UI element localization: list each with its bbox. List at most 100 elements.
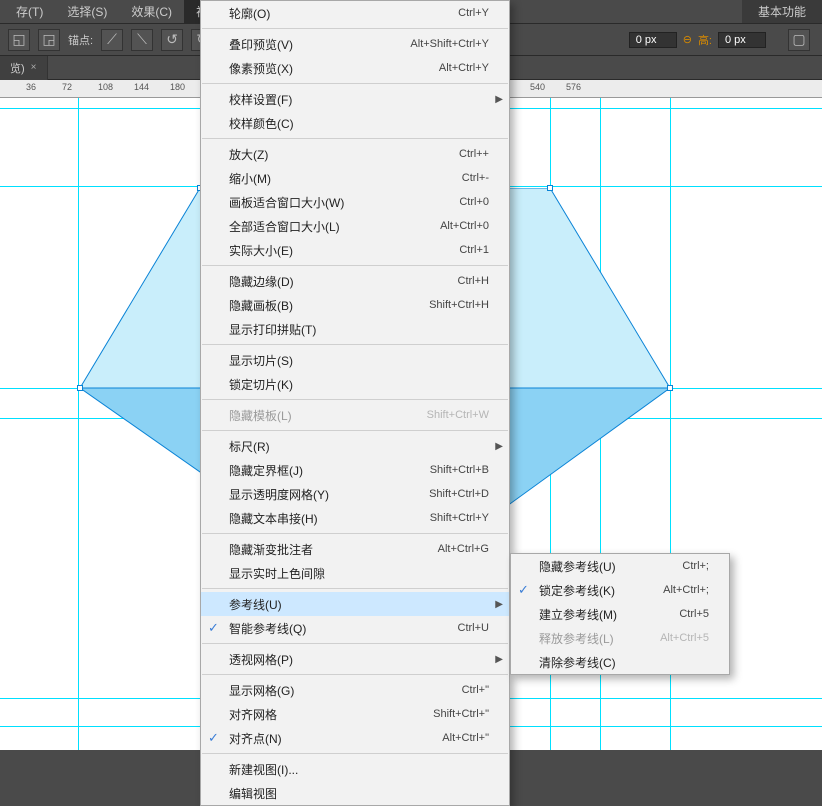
tool-icon[interactable]: ◲ (38, 29, 60, 51)
view-menu-item[interactable]: 显示实时上色间隙 (201, 561, 509, 585)
guides-submenu-item[interactable]: 清除参考线(C) (511, 650, 729, 674)
anchor-point[interactable] (547, 185, 553, 191)
guides-submenu-item[interactable]: 隐藏参考线(U)Ctrl+; (511, 554, 729, 578)
menu-item-label: 标尺(R) (229, 438, 489, 455)
anchor-point[interactable] (667, 385, 673, 391)
menu-item-label: 对齐网格 (229, 706, 415, 723)
menu-separator (202, 588, 508, 589)
menu-item-label: 显示实时上色间隙 (229, 565, 489, 582)
menu-item-label: 隐藏文本串接(H) (229, 510, 412, 527)
menu-shortcut: Ctrl+" (444, 684, 489, 696)
menu-item-label: 像素预览(X) (229, 60, 421, 77)
view-menu-item[interactable]: ✓智能参考线(Q)Ctrl+U (201, 616, 509, 640)
menu-item-label: 隐藏模板(L) (229, 407, 409, 424)
menu-item-label: 隐藏定界框(J) (229, 462, 412, 479)
view-menu-item[interactable]: 显示切片(S) (201, 348, 509, 372)
view-menu-item[interactable]: 显示透明度网格(Y)Shift+Ctrl+D (201, 482, 509, 506)
menu-item-label: 锁定参考线(K) (539, 582, 645, 599)
menu-item-label: 放大(Z) (229, 146, 441, 163)
view-menu-item[interactable]: 隐藏画板(B)Shift+Ctrl+H (201, 293, 509, 317)
menu-separator (202, 138, 508, 139)
check-icon: ✓ (208, 730, 219, 746)
view-menu-item[interactable]: 锁定切片(K) (201, 372, 509, 396)
width-input[interactable]: 0 px (629, 32, 677, 48)
view-menu-item[interactable]: 隐藏边缘(D)Ctrl+H (201, 269, 509, 293)
menu-shortcut: Alt+Ctrl+0 (422, 220, 489, 232)
menu-shortcut: Ctrl+5 (661, 608, 709, 620)
view-menu-item[interactable]: 全部适合窗口大小(L)Alt+Ctrl+0 (201, 214, 509, 238)
menu-item-label: 校样设置(F) (229, 91, 489, 108)
view-menu-item: 隐藏模板(L)Shift+Ctrl+W (201, 403, 509, 427)
view-menu-item[interactable]: 对齐网格Shift+Ctrl+" (201, 702, 509, 726)
menu-item-label: 隐藏边缘(D) (229, 273, 440, 290)
tool-icon[interactable]: ◱ (8, 29, 30, 51)
anchor-convert-icon[interactable]: ⟋ (101, 29, 123, 51)
view-menu-item[interactable]: 轮廓(O)Ctrl+Y (201, 1, 509, 25)
menu-save[interactable]: 存(T) (4, 0, 55, 23)
menu-item-label: 缩小(M) (229, 170, 444, 187)
menu-item-label: 建立参考线(M) (539, 606, 661, 623)
view-menu-item[interactable]: 缩小(M)Ctrl+- (201, 166, 509, 190)
link-icon[interactable]: ⊖ (683, 33, 692, 46)
menu-shortcut: Alt+Ctrl+Y (421, 62, 489, 74)
view-menu-item[interactable]: 隐藏文本串接(H)Shift+Ctrl+Y (201, 506, 509, 530)
handle-icon[interactable]: ↺ (161, 29, 183, 51)
tab-label: 览) (10, 60, 25, 76)
align-icon[interactable]: ▢ (788, 29, 810, 51)
menu-separator (202, 674, 508, 675)
view-menu-item[interactable]: 校样设置(F)▶ (201, 87, 509, 111)
menu-item-label: 参考线(U) (229, 596, 489, 613)
guides-submenu-item: 释放参考线(L)Alt+Ctrl+5 (511, 626, 729, 650)
height-input[interactable]: 0 px (718, 32, 766, 48)
view-menu-item[interactable]: 显示网格(G)Ctrl+" (201, 678, 509, 702)
menu-shortcut: Alt+Ctrl+5 (642, 632, 709, 644)
menu-item-label: 释放参考线(L) (539, 630, 642, 647)
view-menu-item[interactable]: ✓对齐点(N)Alt+Ctrl+" (201, 726, 509, 750)
menu-shortcut: Alt+Ctrl+G (420, 543, 489, 555)
menu-shortcut: Shift+Ctrl+D (411, 488, 489, 500)
ruler-tick: 576 (566, 82, 581, 92)
ruler-tick: 540 (530, 82, 545, 92)
menu-shortcut: Alt+Ctrl+" (424, 732, 489, 744)
view-menu-item[interactable]: 叠印预览(V)Alt+Shift+Ctrl+Y (201, 32, 509, 56)
guide-vertical[interactable] (78, 98, 79, 750)
view-menu-item[interactable]: 隐藏定界框(J)Shift+Ctrl+B (201, 458, 509, 482)
menu-shortcut: Shift+Ctrl+B (412, 464, 489, 476)
anchor-point[interactable] (77, 385, 83, 391)
menu-item-label: 画板适合窗口大小(W) (229, 194, 441, 211)
menu-item-label: 隐藏参考线(U) (539, 558, 664, 575)
view-menu-item[interactable]: 标尺(R)▶ (201, 434, 509, 458)
menu-shortcut: Shift+Ctrl+H (411, 299, 489, 311)
ruler-tick: 108 (98, 82, 113, 92)
menu-item-label: 轮廓(O) (229, 5, 440, 22)
anchor-convert-icon[interactable]: ⟍ (131, 29, 153, 51)
guides-submenu-item[interactable]: 建立参考线(M)Ctrl+5 (511, 602, 729, 626)
menu-separator (202, 28, 508, 29)
view-menu-item[interactable]: 显示打印拼贴(T) (201, 317, 509, 341)
view-menu-item[interactable]: 实际大小(E)Ctrl+1 (201, 238, 509, 262)
guides-submenu: 隐藏参考线(U)Ctrl+;✓锁定参考线(K)Alt+Ctrl+;建立参考线(M… (510, 553, 730, 675)
workspace-switcher[interactable]: 基本功能 (742, 0, 822, 23)
view-menu-item[interactable]: 隐藏渐变批注者Alt+Ctrl+G (201, 537, 509, 561)
view-menu-item[interactable]: 放大(Z)Ctrl++ (201, 142, 509, 166)
menu-select[interactable]: 选择(S) (55, 0, 119, 23)
menu-item-label: 清除参考线(C) (539, 654, 709, 671)
document-tab[interactable]: 览) × (0, 56, 48, 80)
guides-submenu-item[interactable]: ✓锁定参考线(K)Alt+Ctrl+; (511, 578, 729, 602)
view-menu-item[interactable]: 新建视图(I)... (201, 757, 509, 781)
menu-item-label: 显示打印拼贴(T) (229, 321, 489, 338)
view-menu-item[interactable]: 校样颜色(C) (201, 111, 509, 135)
menu-separator (202, 265, 508, 266)
menu-shortcut: Ctrl+0 (441, 196, 489, 208)
menu-shortcut: Ctrl+- (444, 172, 489, 184)
submenu-arrow-icon: ▶ (495, 654, 503, 665)
view-menu-item[interactable]: 编辑视图 (201, 781, 509, 805)
close-icon[interactable]: × (31, 62, 37, 73)
view-menu-item[interactable]: 画板适合窗口大小(W)Ctrl+0 (201, 190, 509, 214)
view-menu-item[interactable]: 参考线(U)▶ (201, 592, 509, 616)
menu-effect[interactable]: 效果(C) (119, 0, 184, 23)
view-menu-item[interactable]: 像素预览(X)Alt+Ctrl+Y (201, 56, 509, 80)
menu-separator (202, 344, 508, 345)
view-menu-item[interactable]: 透视网格(P)▶ (201, 647, 509, 671)
ruler-tick: 36 (26, 82, 36, 92)
